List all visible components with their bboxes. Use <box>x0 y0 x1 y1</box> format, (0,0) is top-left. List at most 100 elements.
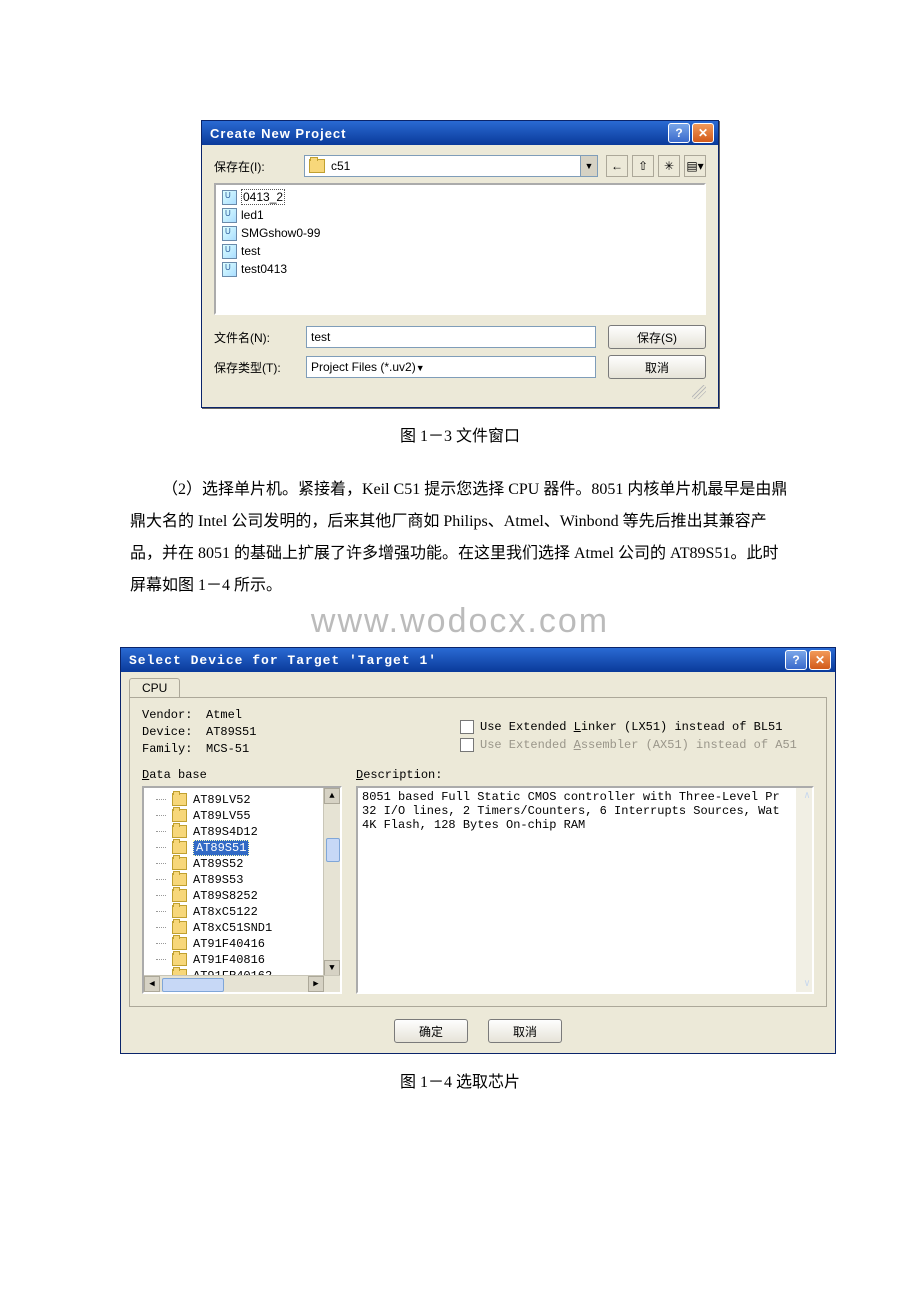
checkbox-icon <box>460 720 474 734</box>
device-tree[interactable]: AT89LV52 AT89LV55 AT89S4D12AT89S51AT89S52 A… <box>142 786 342 994</box>
folder-icon <box>172 953 187 966</box>
tree-item[interactable]: AT89LV55 <box>144 808 340 823</box>
scroll-left-icon[interactable]: ◀ <box>144 976 160 992</box>
tree-item-label: AT89S52 <box>193 857 243 871</box>
device-label: Device: <box>142 725 206 739</box>
back-icon[interactable]: ← <box>606 155 628 177</box>
save-button[interactable]: 保存(S) <box>608 325 706 349</box>
tree-item[interactable]: AT8xC5122 <box>144 904 340 919</box>
project-file-icon <box>222 244 237 259</box>
body-paragraph: （2）选择单片机。紧接着，Keil C51 提示您选择 CPU 器件。8051 … <box>130 474 790 602</box>
help-icon[interactable]: ? <box>785 650 807 670</box>
ok-button[interactable]: 确定 <box>394 1019 468 1043</box>
tree-item-label: AT89S51 <box>193 840 249 856</box>
filetype-combo[interactable]: Project Files (*.uv2) ▼ <box>306 356 596 378</box>
tree-item-label: AT89S8252 <box>193 889 258 903</box>
tree-item[interactable]: AT8xC51SND1 <box>144 920 340 935</box>
tree-item[interactable]: AT91F40416 <box>144 936 340 951</box>
device-value: AT89S51 <box>206 725 256 739</box>
folder-icon <box>172 921 187 934</box>
description-text: 8051 based Full Static CMOS controller w… <box>356 786 814 994</box>
folder-icon <box>172 809 187 822</box>
figure-caption-2: 图 1－4 选取芯片 <box>120 1068 800 1092</box>
tree-item[interactable]: AT89S4D12 <box>144 824 340 839</box>
folder-name: c51 <box>331 159 350 173</box>
dialog-title: Create New Project <box>210 126 666 141</box>
list-item[interactable]: SMGshow0-99 <box>222 225 698 241</box>
tree-item-label: AT8xC5122 <box>193 905 258 919</box>
folder-icon <box>309 159 325 173</box>
cancel-button[interactable]: 取消 <box>488 1019 562 1043</box>
tree-item-label: AT89LV52 <box>193 793 251 807</box>
folder-icon <box>172 857 187 870</box>
tree-item[interactable]: AT91F40816 <box>144 952 340 967</box>
up-folder-icon[interactable]: ⇧ <box>632 155 654 177</box>
vendor-label: Vendor: <box>142 708 206 722</box>
vertical-scrollbar[interactable]: ▲ ▼ <box>323 788 340 976</box>
extended-linker-checkbox[interactable]: Use Extended Linker (LX51) instead of BL… <box>460 720 797 734</box>
tree-item-label: AT8xC51SND1 <box>193 921 272 935</box>
tree-item[interactable]: AT89S51 <box>144 840 340 855</box>
tree-item[interactable]: AT89S52 <box>144 856 340 871</box>
folder-icon <box>172 889 187 902</box>
folder-icon <box>172 825 187 838</box>
list-item[interactable]: test0413 <box>222 261 698 277</box>
cpu-tab-panel: Vendor:Atmel Device:AT89S51 Family:MCS-5… <box>129 697 827 1007</box>
tree-item[interactable]: AT89S53 <box>144 872 340 887</box>
dialog-titlebar[interactable]: Select Device for Target 'Target 1' ? ✕ <box>121 648 835 672</box>
tree-item[interactable]: AT89S8252 <box>144 888 340 903</box>
filename-input[interactable]: test <box>306 326 596 348</box>
vendor-value: Atmel <box>206 708 242 722</box>
tree-item-label: AT91F40816 <box>193 953 265 967</box>
scroll-right-icon[interactable]: ▶ <box>308 976 324 992</box>
tree-item-label: AT89S53 <box>193 873 243 887</box>
new-folder-icon[interactable]: ✳ <box>658 155 680 177</box>
folder-icon <box>172 841 187 854</box>
resize-grip-icon[interactable] <box>692 385 706 399</box>
project-file-icon <box>222 262 237 277</box>
chevron-down-icon[interactable]: ▼ <box>580 156 597 176</box>
scroll-down-icon[interactable]: ▼ <box>324 960 340 976</box>
view-menu-icon[interactable]: ▤▾ <box>684 155 706 177</box>
watermark-text: www.wodocx.com <box>120 602 800 641</box>
dialog-title: Select Device for Target 'Target 1' <box>129 653 783 668</box>
vertical-scrollbar: ∧∨ <box>796 788 812 992</box>
description-label: Description: <box>356 768 814 782</box>
tree-item-label: AT89LV55 <box>193 809 251 823</box>
help-icon[interactable]: ? <box>668 123 690 143</box>
close-icon[interactable]: ✕ <box>692 123 714 143</box>
horizontal-scrollbar[interactable]: ◀ ▶ <box>144 975 340 992</box>
select-device-dialog: Select Device for Target 'Target 1' ? ✕ … <box>120 647 836 1054</box>
project-file-icon <box>222 208 237 223</box>
tree-item-label: AT89S4D12 <box>193 825 258 839</box>
folder-icon <box>172 873 187 886</box>
project-file-icon <box>222 190 237 205</box>
chevron-down-icon[interactable]: ▼ <box>416 360 425 374</box>
extended-assembler-checkbox: Use Extended Assembler (AX51) instead of… <box>460 738 797 752</box>
family-label: Family: <box>142 742 206 756</box>
folder-combo[interactable]: c51 ▼ <box>304 155 598 177</box>
tree-item[interactable]: AT89LV52 <box>144 792 340 807</box>
project-file-icon <box>222 226 237 241</box>
scroll-thumb[interactable] <box>326 838 340 862</box>
database-label: Data base <box>142 768 342 782</box>
list-item[interactable]: test <box>222 243 698 259</box>
file-list[interactable]: 0413_2 led1 SMGshow0-99 test test0413 <box>214 183 706 315</box>
folder-icon <box>172 793 187 806</box>
folder-icon <box>172 905 187 918</box>
list-item[interactable]: 0413_2 <box>222 189 698 205</box>
scroll-up-icon[interactable]: ▲ <box>324 788 340 804</box>
cancel-button[interactable]: 取消 <box>608 355 706 379</box>
dialog-titlebar[interactable]: Create New Project ? ✕ <box>202 121 718 145</box>
folder-icon <box>172 937 187 950</box>
create-project-dialog: Create New Project ? ✕ 保存在(I): c51 ▼ ← ⇧… <box>201 120 719 408</box>
tree-item-label: AT91F40416 <box>193 937 265 951</box>
list-item[interactable]: led1 <box>222 207 698 223</box>
filename-label: 文件名(N): <box>214 329 306 346</box>
checkbox-icon <box>460 738 474 752</box>
filetype-label: 保存类型(T): <box>214 359 306 376</box>
family-value: MCS-51 <box>206 742 249 756</box>
scroll-thumb[interactable] <box>162 978 224 992</box>
close-icon[interactable]: ✕ <box>809 650 831 670</box>
tab-cpu[interactable]: CPU <box>129 678 180 697</box>
